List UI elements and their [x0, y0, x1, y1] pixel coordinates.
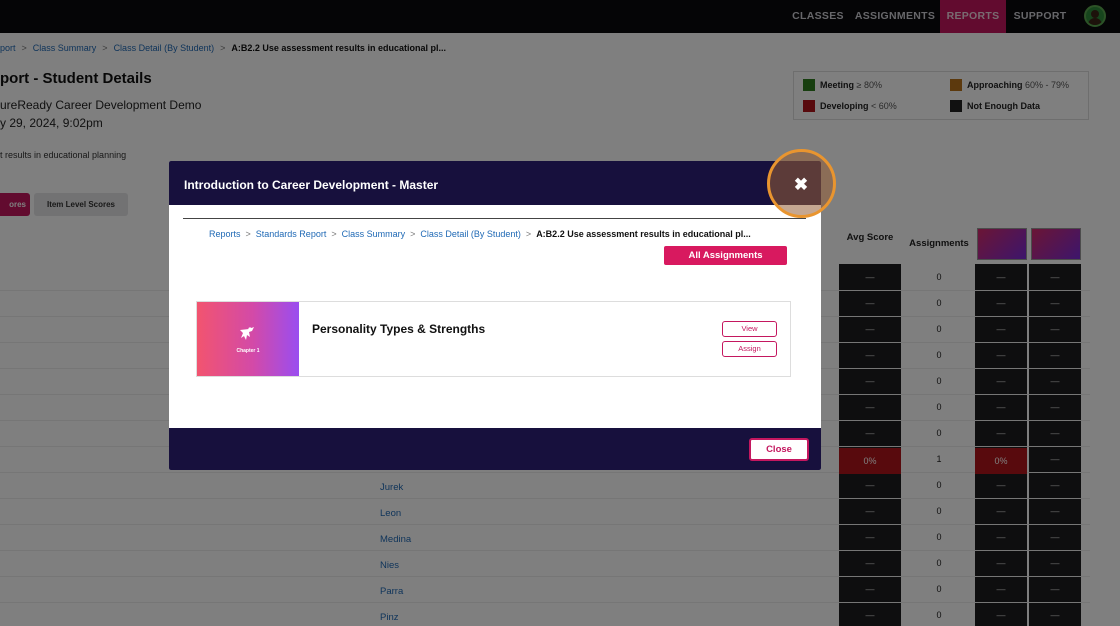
chevron-right-icon: > [525, 229, 532, 239]
modal-title: Introduction to Career Development - Mas… [184, 178, 439, 192]
flying-hero-icon [240, 327, 254, 340]
breadcrumb-class-detail-link[interactable]: Class Detail (By Student) [420, 229, 521, 239]
chevron-right-icon: > [410, 229, 416, 239]
modal-footer: Close [169, 428, 821, 470]
chevron-right-icon: > [245, 229, 251, 239]
assignment-thumbnail: Chapter 1 [197, 302, 299, 376]
breadcrumb-current: A:B2.2 Use assessment results in educati… [536, 229, 751, 239]
assignment-title: Personality Types & Strengths [312, 322, 486, 336]
close-icon[interactable]: ✖ [790, 174, 812, 196]
divider [183, 218, 806, 219]
assign-button[interactable]: Assign [722, 341, 777, 357]
breadcrumb-reports-link[interactable]: Reports [209, 229, 241, 239]
chevron-right-icon: > [331, 229, 337, 239]
breadcrumb-standards-report-link[interactable]: Standards Report [256, 229, 327, 239]
assignments-modal: Introduction to Career Development - Mas… [169, 161, 821, 470]
view-button[interactable]: View [722, 321, 777, 337]
all-assignments-button[interactable]: All Assignments [664, 246, 787, 265]
close-button[interactable]: Close [749, 438, 809, 461]
assignment-card: Chapter 1 Personality Types & Strengths … [196, 301, 791, 377]
modal-body: Reports > Standards Report > Class Summary > C… [169, 205, 821, 428]
modal-breadcrumb: Reports > Standards Report > Class Summary > C… [209, 229, 751, 239]
modal-header: Introduction to Career Development - Mas… [169, 161, 821, 205]
chapter-label: Chapter 1 [236, 348, 260, 354]
breadcrumb-class-summary-link[interactable]: Class Summary [342, 229, 406, 239]
